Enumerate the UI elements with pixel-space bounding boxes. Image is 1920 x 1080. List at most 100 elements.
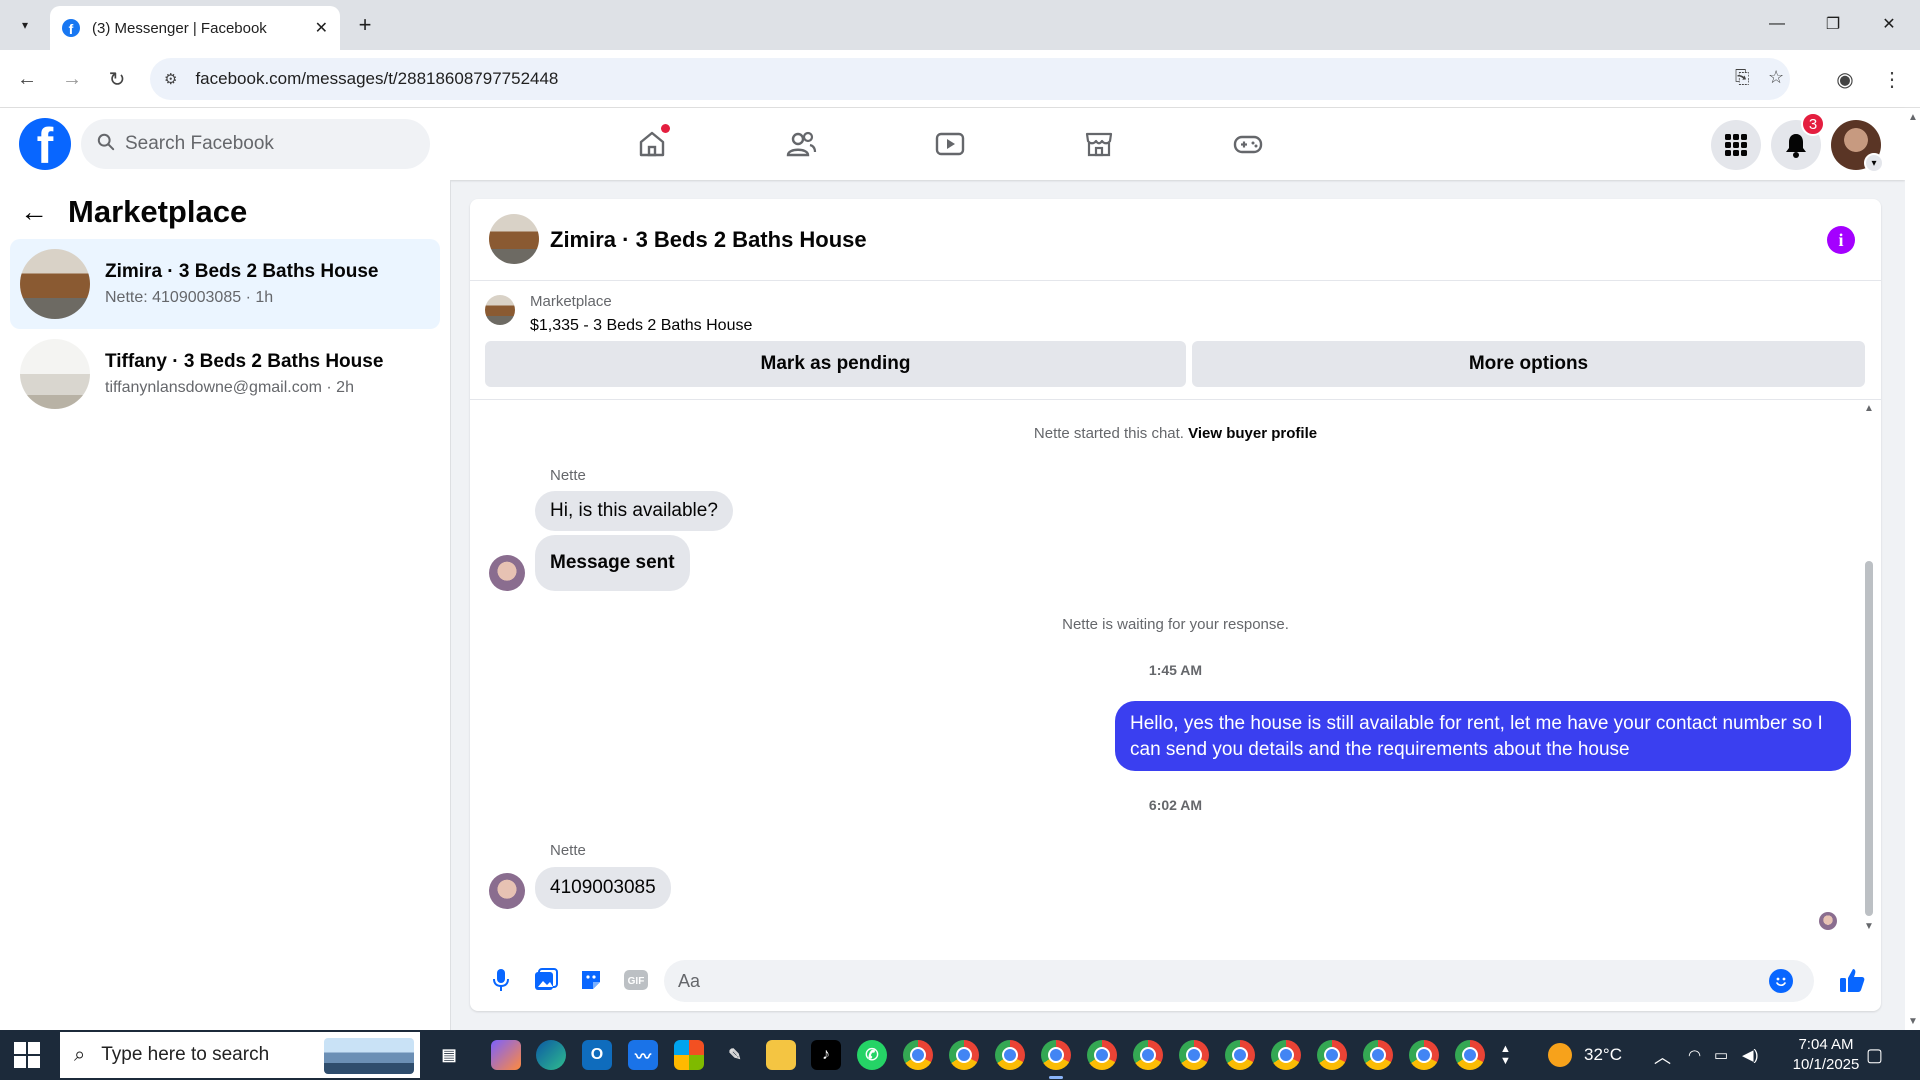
video-icon[interactable] [895, 116, 1005, 172]
conversation-name: Tiffany · 3 Beds 2 Baths House [105, 351, 384, 372]
avatar[interactable] [489, 555, 525, 591]
menu-grid-icon[interactable] [1711, 120, 1761, 170]
chrome-icon[interactable] [1271, 1040, 1301, 1070]
scroll-down-icon[interactable]: ▼ [1864, 921, 1874, 932]
address-bar[interactable]: ⚙ facebook.com/messages/t/28818608797752… [150, 58, 1790, 100]
scroll-down-icon[interactable]: ▼ [1908, 1016, 1918, 1027]
scroll-up-icon[interactable]: ▲ [1908, 112, 1918, 123]
restore-icon[interactable]: ❐ [1810, 8, 1856, 40]
task-view-icon[interactable]: ▤ [434, 1040, 464, 1070]
gaming-icon[interactable] [1193, 116, 1303, 172]
listing-thumbnail[interactable] [489, 214, 539, 264]
chrome-icon[interactable] [949, 1040, 979, 1070]
profile-icon[interactable]: ◉ [1828, 62, 1862, 96]
weather-temp: 32°C [1584, 1045, 1622, 1064]
chrome-icon[interactable] [1225, 1040, 1255, 1070]
conversation-item-tiffany[interactable]: Tiffany · 3 Beds 2 Baths House tiffanynl… [10, 329, 440, 419]
paint-icon[interactable]: ✎ [720, 1040, 750, 1070]
facebook-search[interactable] [81, 119, 430, 169]
message-input-field[interactable] [664, 960, 1814, 1002]
message-bubble[interactable]: Hi, is this available? [535, 491, 733, 531]
chevron-down-icon[interactable]: ▾ [1864, 153, 1884, 173]
chrome-icon[interactable] [1087, 1040, 1117, 1070]
minimize-icon[interactable]: — [1754, 8, 1800, 40]
conversation-item-zimira[interactable]: Zimira · 3 Beds 2 Baths House Nette: 410… [10, 239, 440, 329]
menu-icon[interactable]: ⋮ [1875, 62, 1909, 96]
star-icon[interactable]: ☆ [1768, 67, 1784, 88]
battery-icon[interactable]: ▭ [1714, 1030, 1728, 1080]
back-arrow-icon[interactable]: ← [20, 196, 48, 228]
chrome-icon[interactable] [1133, 1040, 1163, 1070]
store-icon[interactable] [674, 1040, 704, 1070]
search-input[interactable] [125, 133, 385, 155]
page-title: Marketplace [68, 194, 248, 229]
marketplace-sidebar: ← Marketplace Zimira · 3 Beds 2 Baths Ho… [0, 180, 451, 1030]
mark-as-pending-button[interactable]: Mark as pending [485, 341, 1186, 387]
taskbar-clock[interactable]: 7:04 AM 10/1/2025 [1776, 1035, 1876, 1075]
thumbs-up-icon[interactable] [1835, 963, 1869, 997]
photo-icon[interactable] [529, 963, 563, 997]
chrome-icon[interactable] [903, 1040, 933, 1070]
taskbar-search[interactable]: ⌕ Type here to search [60, 1032, 420, 1078]
chrome-icon[interactable] [1409, 1040, 1439, 1070]
show-hidden-icons-icon[interactable]: ︿ [1654, 1030, 1671, 1080]
tab-title: (3) Messenger | Facebook [92, 19, 267, 37]
emoji-icon[interactable] [1769, 969, 1793, 993]
weather-icon [1548, 1043, 1572, 1067]
chrome-icon[interactable] [1455, 1040, 1485, 1070]
network-icon[interactable]: ◠ [1688, 1030, 1701, 1080]
marketplace-icon[interactable] [1044, 116, 1154, 172]
chrome-icon[interactable] [1041, 1040, 1071, 1079]
site-info-icon[interactable]: ⚙ [164, 70, 177, 88]
weather-widget[interactable]: 32°C [1548, 1030, 1622, 1080]
whatsapp-icon[interactable]: ✆ [857, 1040, 887, 1070]
forward-icon[interactable]: → [55, 62, 89, 96]
message-bubble[interactable]: Message sent [535, 535, 690, 591]
sticker-icon[interactable] [574, 963, 608, 997]
scroll-up-icon[interactable]: ▲ [1864, 403, 1874, 414]
browser-toolbar: ← → ↻ ⚙ facebook.com/messages/t/28818608… [0, 50, 1920, 108]
chrome-icon[interactable] [1363, 1040, 1393, 1070]
reload-icon[interactable]: ↻ [100, 62, 134, 96]
view-buyer-profile-link[interactable]: View buyer profile [1188, 425, 1317, 442]
new-tab-icon[interactable]: + [350, 10, 380, 40]
friends-icon[interactable] [746, 116, 856, 172]
back-icon[interactable]: ← [10, 62, 44, 96]
thread-scrollbar[interactable]: ▲ ▼ [1862, 401, 1876, 941]
close-window-icon[interactable]: ✕ [1866, 8, 1912, 40]
message-input[interactable] [678, 970, 1758, 992]
volume-icon[interactable]: ◀) [1742, 1030, 1759, 1080]
conversation-title[interactable]: Zimira · 3 Beds 2 Baths House [550, 227, 867, 253]
search-icon: ⌕ [74, 1043, 86, 1066]
listing-thumbnail [20, 339, 90, 409]
chrome-icon[interactable] [1317, 1040, 1347, 1070]
avatar[interactable] [489, 873, 525, 909]
tiktok-icon[interactable]: ♪ [811, 1040, 841, 1070]
facebook-logo-icon[interactable]: f [19, 118, 71, 170]
page-scrollbar[interactable]: ▲ ▼ [1905, 108, 1920, 1030]
edge-icon[interactable] [536, 1040, 566, 1070]
app-icon[interactable]: 〰 [628, 1040, 658, 1070]
tab-search-icon[interactable]: ▾ [10, 10, 40, 40]
chrome-icon[interactable] [995, 1040, 1025, 1070]
chrome-icon[interactable] [1179, 1040, 1209, 1070]
info-icon[interactable]: i [1827, 226, 1855, 254]
file-explorer-icon[interactable] [766, 1040, 796, 1070]
gif-icon[interactable]: GIF [619, 963, 653, 997]
message-bubble[interactable]: 4109003085 [535, 867, 671, 909]
outlook-icon[interactable]: O [582, 1040, 612, 1070]
more-options-button[interactable]: More options [1192, 341, 1865, 387]
home-icon[interactable] [597, 116, 707, 172]
windows-start-icon[interactable] [14, 1042, 40, 1068]
browser-tab[interactable]: f (3) Messenger | Facebook ✕ [50, 6, 340, 50]
install-icon[interactable]: ⎘ [1735, 67, 1749, 88]
close-icon[interactable]: ✕ [315, 18, 328, 38]
copilot-icon[interactable] [491, 1040, 521, 1070]
url-text: facebook.com/messages/t/2881860879775244… [195, 69, 559, 88]
notification-center-icon[interactable]: ▢ [1866, 1030, 1883, 1080]
outgoing-message-bubble[interactable]: Hello, yes the house is still available … [1115, 701, 1851, 771]
conversation-panel: Zimira · 3 Beds 2 Baths House i Marketpl… [470, 199, 1881, 1011]
taskbar-overflow-icon[interactable]: ▲ ▼ [1500, 1030, 1511, 1080]
scrollbar-thumb[interactable] [1865, 561, 1873, 916]
microphone-icon[interactable] [484, 963, 518, 997]
